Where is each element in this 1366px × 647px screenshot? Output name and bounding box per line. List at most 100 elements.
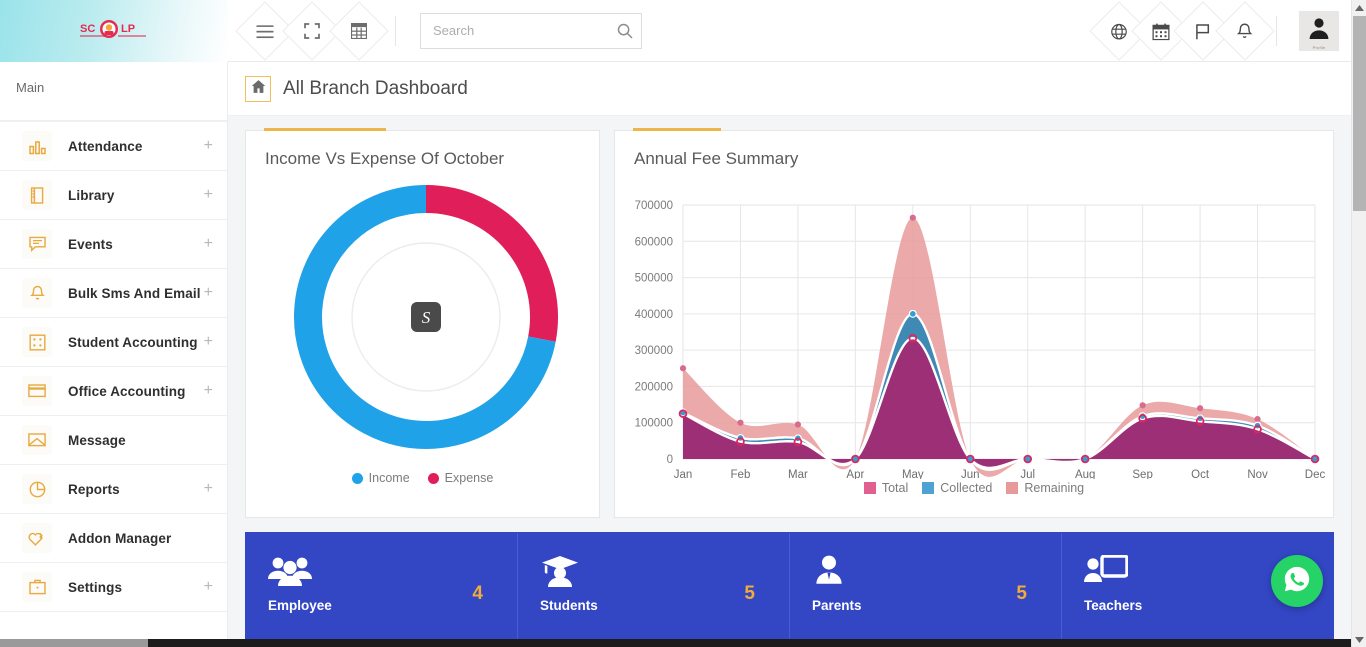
sidebar-expand-icon[interactable]: + bbox=[204, 481, 213, 497]
legend-label: Collected bbox=[940, 481, 992, 495]
sidebar-item-student-accounting[interactable]: Student Accounting + bbox=[0, 318, 227, 367]
stat-value: 4 bbox=[472, 583, 483, 605]
dice-icon bbox=[22, 327, 52, 357]
donut-slice-expense[interactable] bbox=[426, 199, 544, 339]
sidebar-item-label: Settings bbox=[68, 580, 122, 595]
data-point-total[interactable] bbox=[737, 420, 743, 426]
legend-item[interactable]: Expense bbox=[428, 471, 494, 485]
expand-icon bbox=[304, 23, 320, 39]
search-icon[interactable] bbox=[617, 23, 633, 39]
header-tool-group bbox=[244, 10, 406, 52]
stat-tile-content: 5Students bbox=[518, 549, 789, 647]
sidebar-expand-icon[interactable]: + bbox=[204, 383, 213, 399]
sidebar-item-bulk-sms-and-email[interactable]: Bulk Sms And Email+ bbox=[0, 269, 227, 318]
main-content: All Branch Dashboard Income Vs Expense O… bbox=[228, 62, 1351, 647]
sidebar-expand-icon[interactable]: + bbox=[204, 236, 213, 252]
charts-row: Income Vs Expense Of October S IncomeExp… bbox=[228, 116, 1351, 518]
top-header-bar: SC LP bbox=[0, 0, 1351, 62]
header-divider-right bbox=[1276, 16, 1277, 46]
sidebar-expand-icon[interactable]: + bbox=[204, 138, 213, 154]
whatsapp-button[interactable] bbox=[1271, 555, 1323, 607]
sidebar-item-events[interactable]: Events+ bbox=[0, 220, 227, 269]
stat-tile-parents[interactable]: 5Parents bbox=[790, 533, 1062, 647]
stat-tile-students[interactable]: 5Students bbox=[518, 533, 790, 647]
sidebar-item-reports[interactable]: Reports+ bbox=[0, 465, 227, 514]
scroll-up-arrow[interactable] bbox=[1352, 0, 1366, 15]
scroll-down-arrow[interactable] bbox=[1352, 632, 1366, 647]
sidebar-item-settings[interactable]: Settings + bbox=[0, 563, 227, 612]
sidebar-item-label: Student Accounting bbox=[68, 335, 198, 350]
x-axis-tick-label: Jul bbox=[1020, 469, 1035, 479]
bell-icon bbox=[1237, 22, 1253, 39]
data-point-total[interactable] bbox=[680, 365, 686, 371]
avatar[interactable]: Profile bbox=[1299, 11, 1339, 51]
stat-label: Employee bbox=[268, 598, 495, 613]
data-point-total[interactable] bbox=[1140, 402, 1146, 408]
home-button[interactable] bbox=[245, 76, 271, 102]
y-axis-tick-label: 400000 bbox=[635, 309, 673, 321]
sidebar-item-attendance[interactable]: Attendance + bbox=[0, 122, 227, 171]
data-point-total[interactable] bbox=[1197, 405, 1203, 411]
data-point-total[interactable] bbox=[1254, 416, 1260, 422]
sidebar-expand-icon[interactable]: + bbox=[204, 187, 213, 203]
x-axis-tick-label: Feb bbox=[731, 469, 751, 479]
y-axis-tick-label: 300000 bbox=[635, 345, 673, 357]
briefcase-icon bbox=[22, 572, 52, 602]
envelope-icon bbox=[22, 425, 52, 455]
calendar-icon bbox=[1153, 22, 1170, 39]
data-point-total[interactable] bbox=[910, 215, 916, 221]
legend-item[interactable]: Income bbox=[352, 471, 410, 485]
x-axis-tick-label: Dec bbox=[1305, 469, 1326, 479]
stat-tile-content: 5Parents bbox=[790, 549, 1061, 647]
card-accent-bar bbox=[264, 128, 386, 131]
sidebar-expand-icon[interactable]: + bbox=[204, 579, 213, 595]
scrollbar-thumb[interactable] bbox=[1353, 16, 1366, 211]
brand-zone: SC LP bbox=[0, 0, 228, 62]
legend-label: Expense bbox=[445, 471, 494, 485]
sidebar-item-message[interactable]: Message bbox=[0, 416, 227, 465]
donut-center-logo: S bbox=[411, 302, 441, 332]
notifications-button[interactable] bbox=[1215, 1, 1274, 60]
sidebar-section-label: Main bbox=[0, 62, 227, 111]
legend-color-dot bbox=[428, 473, 439, 484]
stat-label: Parents bbox=[812, 598, 1039, 613]
y-axis-tick-label: 500000 bbox=[635, 273, 673, 285]
donut-chart: S bbox=[246, 169, 599, 469]
bell-icon bbox=[22, 278, 52, 308]
data-point-collected[interactable] bbox=[909, 310, 916, 317]
legend-item[interactable]: Total bbox=[864, 481, 908, 495]
home-icon bbox=[251, 79, 266, 99]
sidebar-item-library[interactable]: Library+ bbox=[0, 171, 227, 220]
sidebar-expand-icon[interactable]: + bbox=[204, 285, 213, 301]
horizontal-scrollbar[interactable] bbox=[0, 639, 1351, 647]
data-point-total[interactable] bbox=[795, 421, 801, 427]
legend-label: Total bbox=[882, 481, 908, 495]
sidebar-scroll-clipped-item bbox=[0, 111, 227, 121]
search-box[interactable] bbox=[420, 13, 642, 49]
bar-chart-icon bbox=[22, 131, 52, 161]
graduation-cap-icon bbox=[540, 549, 767, 593]
sidebar-expand-icon[interactable]: + bbox=[204, 334, 213, 350]
x-axis-tick-label: Aug bbox=[1075, 469, 1095, 479]
legend-item[interactable]: Remaining bbox=[1006, 481, 1084, 495]
horizontal-scrollbar-thumb[interactable] bbox=[0, 639, 148, 647]
vertical-scrollbar[interactable] bbox=[1351, 0, 1366, 647]
sidebar-item-office-accounting[interactable]: Office Accounting + bbox=[0, 367, 227, 416]
book-icon bbox=[22, 180, 52, 210]
search-input[interactable] bbox=[421, 14, 641, 48]
apps-grid-button[interactable] bbox=[329, 1, 388, 60]
sidebar-item-label: Office Accounting bbox=[68, 384, 185, 399]
puzzle-icon bbox=[22, 523, 52, 553]
app-logo[interactable]: SC LP bbox=[78, 18, 150, 44]
sidebar-item-label: Attendance bbox=[68, 139, 143, 154]
x-axis-tick-label: Jan bbox=[674, 469, 693, 479]
svg-text:LP: LP bbox=[121, 23, 135, 35]
comment-icon bbox=[22, 229, 52, 259]
x-axis-tick-label: Jun bbox=[961, 469, 980, 479]
stat-value: 5 bbox=[1016, 583, 1027, 605]
stat-label: Teachers bbox=[1084, 598, 1311, 613]
legend-item[interactable]: Collected bbox=[922, 481, 992, 495]
sidebar-item-addon-manager[interactable]: Addon Manager bbox=[0, 514, 227, 563]
logo-icon: SC LP bbox=[78, 18, 150, 44]
stat-tile-employee[interactable]: 4Employee bbox=[246, 533, 518, 647]
